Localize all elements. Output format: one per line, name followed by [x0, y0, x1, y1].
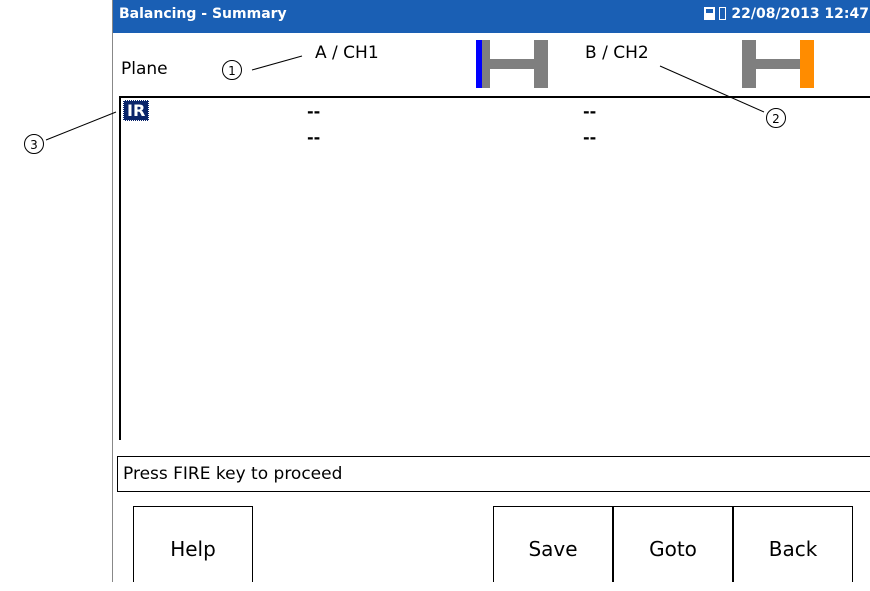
leader-line-3: [45, 111, 117, 141]
status-area: 22/08/2013 12:47: [704, 6, 869, 22]
help-button[interactable]: Help: [133, 506, 253, 582]
row1-value-b: --: [583, 102, 597, 121]
row2-value-b: --: [583, 128, 597, 147]
channel-b-label: B / CH2: [585, 43, 649, 63]
device-screen: Balancing - Summary 22/08/2013 12:47 Pla…: [112, 0, 870, 582]
row-label-ir[interactable]: IR: [123, 100, 150, 121]
goto-button[interactable]: Goto: [613, 506, 733, 582]
rotor-plane-a-icon: [476, 40, 548, 88]
rotor-plane-b-icon: [742, 40, 814, 88]
status-message: Press FIRE key to proceed: [117, 456, 870, 492]
callout-1: 1: [222, 60, 242, 80]
battery-icon: [719, 7, 727, 20]
title-bar: Balancing - Summary 22/08/2013 12:47: [113, 0, 870, 33]
row1-value-a: --: [307, 102, 321, 121]
sd-card-icon: [704, 7, 716, 20]
window-title: Balancing - Summary: [119, 6, 287, 22]
summary-table: IR -- -- -- --: [119, 96, 870, 440]
callout-2: 2: [766, 108, 786, 128]
back-button[interactable]: Back: [733, 506, 853, 582]
save-button[interactable]: Save: [493, 506, 613, 582]
callout-3: 3: [24, 134, 44, 154]
channel-a-label: A / CH1: [315, 43, 379, 63]
datetime: 22/08/2013 12:47: [731, 6, 869, 22]
plane-label: Plane: [121, 59, 168, 79]
row2-value-a: --: [307, 128, 321, 147]
